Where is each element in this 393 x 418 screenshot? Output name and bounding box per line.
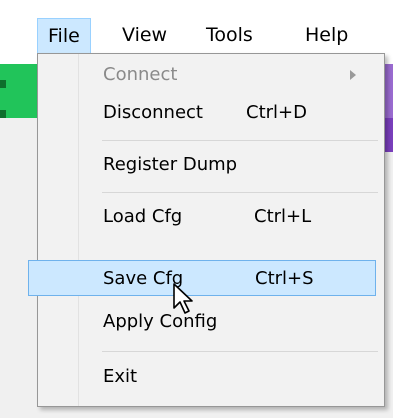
menu-item-label: Exit [103,366,138,387]
menu-item-shortcut: Ctrl+S [255,268,314,289]
menu-item-disconnect[interactable]: Disconnect Ctrl+D [40,95,382,131]
menu-item-load-cfg[interactable]: Load Cfg Ctrl+L [40,199,382,235]
menu-item-label: Disconnect [103,102,203,123]
status-strip-mark [0,80,6,88]
chevron-right-icon [350,70,356,80]
menu-item-apply-config[interactable]: Apply Config [40,304,382,340]
menu-item-label: Connect [103,64,178,85]
menu-help[interactable]: Help [295,18,358,52]
menu-item-shortcut: Ctrl+L [254,206,312,227]
menu-separator [102,351,378,352]
menu-item-shortcut: Ctrl+D [246,102,307,123]
menu-file[interactable]: File [37,18,91,55]
menu-item-register-dump[interactable]: Register Dump [40,147,382,183]
menu-separator [102,140,378,141]
menu-separator [102,192,378,193]
status-strip-green [0,62,40,118]
menu-item-save-cfg[interactable]: Save Cfg Ctrl+S [28,260,376,296]
menu-item-exit[interactable]: Exit [40,359,382,395]
menu-tools[interactable]: Tools [196,18,263,52]
menu-item-connect[interactable]: Connect [40,57,382,93]
file-menu-dropdown: Connect Disconnect Ctrl+D Register Dump … [28,53,385,407]
menu-view[interactable]: View [112,18,177,52]
menu-item-label: Apply Config [103,311,218,332]
mouse-pointer-icon [173,283,193,314]
menu-item-label: Load Cfg [103,206,183,227]
menu-item-label: Register Dump [103,154,238,175]
status-strip-mark [0,110,6,118]
